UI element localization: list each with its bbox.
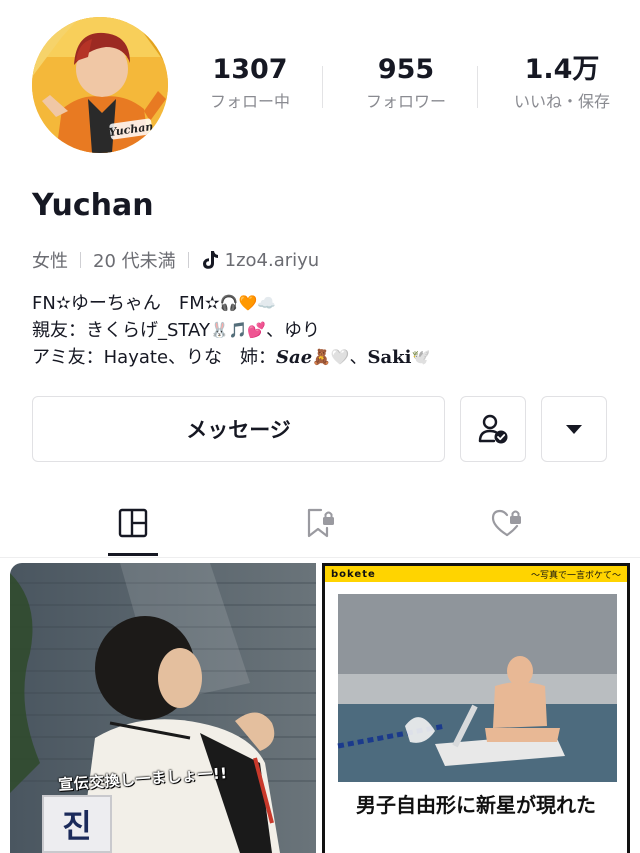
bio-text: アミ友：Hayate、りな 姉： xyxy=(32,347,277,368)
follow-status-button[interactable] xyxy=(460,396,526,462)
video-thumbnail[interactable]: bokete 〜写真で一言ボケて〜 男子自由形に新星が現れた xyxy=(322,563,630,853)
tiktok-link[interactable]: 1zo4.ariyu xyxy=(201,249,320,271)
video-thumbnail[interactable]: 宣伝交換し一ましょ一!! 진 xyxy=(10,563,316,853)
caret-down-icon xyxy=(566,425,582,434)
likes-label: いいね・保存 xyxy=(513,92,610,111)
profile-meta: 女性 20 代未満 1zo4.ariyu xyxy=(32,246,319,274)
bio-styled-name: Sae xyxy=(276,347,313,368)
following-count: 1307 xyxy=(212,54,288,85)
stat-likes[interactable]: 1.4万 いいね・保存 xyxy=(484,50,640,122)
bio-emoji: 🐰🎵💕 xyxy=(209,321,266,339)
profile-name: Yuchan xyxy=(32,188,154,223)
bookmark-lock-icon xyxy=(307,508,334,538)
bio-line-1: FN✫ゆーちゃん FM✫🎧🧡☁️ xyxy=(32,290,430,317)
avatar-image: Yuchan xyxy=(32,17,168,153)
profile-stats: 1307 フォロー中 955 フォロワー 1.4万 いいね・保存 xyxy=(172,50,640,122)
stat-divider xyxy=(477,66,478,108)
bio-emoji: 🧸🤍 xyxy=(312,348,350,366)
bio-text: 親友：きくらげ_STAY xyxy=(32,320,210,341)
likes-count: 1.4万 xyxy=(524,54,600,85)
bokete-caption: 男子自由形に新星が現れた xyxy=(356,793,596,817)
tiktok-icon xyxy=(202,251,218,269)
active-tab-indicator xyxy=(108,553,158,556)
stat-divider xyxy=(322,66,323,108)
meta-divider xyxy=(187,252,189,268)
tab-saved[interactable] xyxy=(290,490,350,556)
bio-line-3: アミ友：Hayate、りな 姉：Sae🧸🤍、Saki🕊️ xyxy=(32,344,430,371)
gender-label: 女性 xyxy=(32,251,68,272)
bio-text: 、ゆり xyxy=(265,320,320,341)
message-button[interactable]: メッセージ xyxy=(32,396,445,462)
tab-videos[interactable] xyxy=(103,490,163,556)
heart-lock-icon xyxy=(491,509,521,537)
followers-count: 955 xyxy=(377,54,435,85)
age-label: 20 代未満 xyxy=(93,251,176,272)
bokete-tagline: 〜写真で一言ボケて〜 xyxy=(530,570,621,581)
avatar[interactable]: Yuchan xyxy=(32,17,168,153)
bio-styled-name: Saki xyxy=(367,347,412,368)
bio-emoji: 🕊️ xyxy=(411,348,431,366)
following-label: フォロー中 xyxy=(209,92,290,111)
stat-following[interactable]: 1307 フォロー中 xyxy=(172,50,328,122)
bokete-logo: bokete xyxy=(331,568,376,580)
profile-bio: FN✫ゆーちゃん FM✫🎧🧡☁️ 親友：きくらげ_STAY🐰🎵💕、ゆり アミ友：Ha… xyxy=(32,290,430,371)
bio-line-2: 親友：きくらげ_STAY🐰🎵💕、ゆり xyxy=(32,317,430,344)
bio-emoji: 🎧🧡☁️ xyxy=(219,294,276,312)
tiktok-id: 1zo4.ariyu xyxy=(224,249,320,271)
bio-text: FN✫ゆーちゃん FM✫ xyxy=(32,293,220,314)
more-dropdown-button[interactable] xyxy=(541,396,607,462)
followers-label: フォロワー xyxy=(365,92,446,111)
meta-divider xyxy=(80,252,81,268)
tabs-divider xyxy=(0,557,640,558)
user-check-icon xyxy=(478,414,508,444)
name-patch: 진 xyxy=(42,795,112,853)
bio-text: 、 xyxy=(349,347,368,368)
tab-liked[interactable] xyxy=(477,490,537,556)
bokete-header: bokete 〜写真で一言ボケて〜 xyxy=(325,566,627,582)
stat-followers[interactable]: 955 フォロワー xyxy=(328,50,484,122)
grid-icon xyxy=(118,508,148,538)
profile-tabs xyxy=(0,490,640,556)
